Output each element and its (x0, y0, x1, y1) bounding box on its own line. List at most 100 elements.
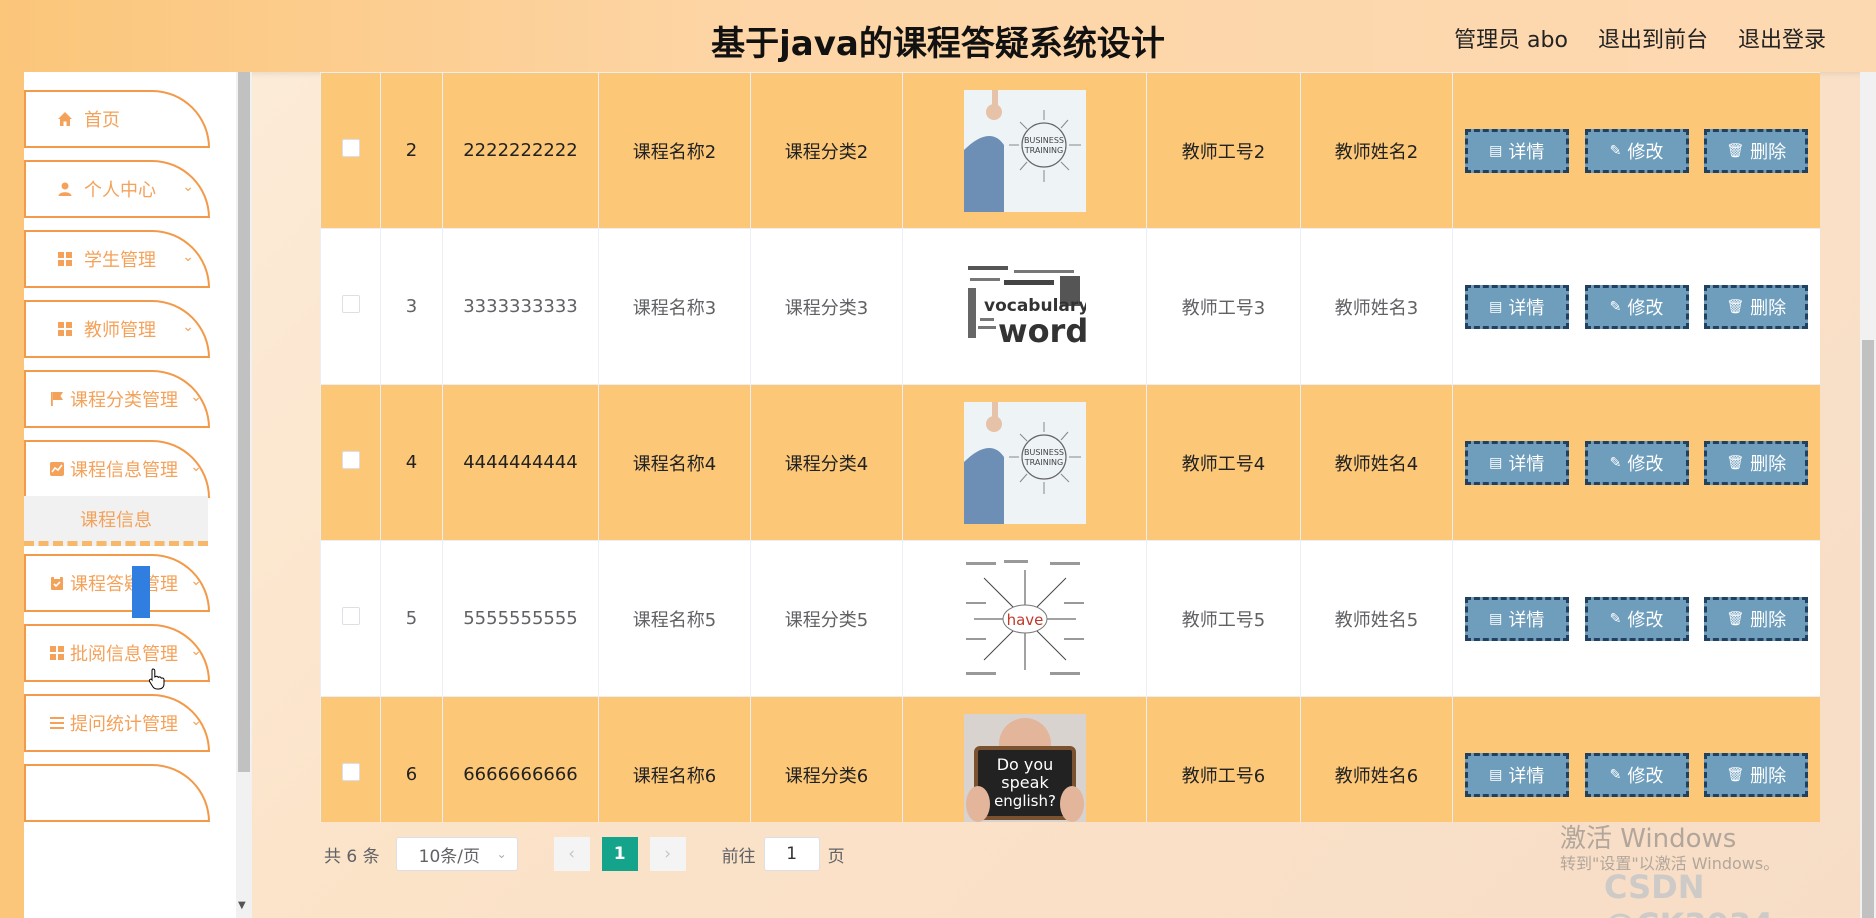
course-code: 5555555555 (442, 540, 599, 697)
sidebar-item-more[interactable] (24, 764, 210, 822)
flag-icon (48, 390, 66, 408)
delete-button[interactable]: 🗑 删除 (1704, 752, 1809, 797)
sidebar-item-review[interactable]: 批阅信息管理 ⌄ (24, 624, 210, 682)
grid-icon (48, 644, 66, 662)
trash-icon: 🗑 (1726, 454, 1745, 471)
trash-icon: 🗑 (1726, 766, 1745, 783)
sidebar-item-home[interactable]: 首页 (24, 90, 210, 148)
detail-button[interactable]: ▤ 详情 (1464, 596, 1569, 641)
trash-icon: 🗑 (1726, 610, 1745, 627)
row-actions: ▤ 详情 ✎ 修改 🗑 删除 (1452, 384, 1820, 541)
sidebar-item-students[interactable]: 学生管理 ⌄ (24, 230, 210, 288)
course-code: 6666666666 (442, 696, 599, 822)
delete-button[interactable]: 🗑 删除 (1704, 128, 1809, 173)
sidebar-item-course-category[interactable]: 课程分类管理 ⌄ (24, 370, 210, 428)
chevron-down-icon: ⌄ (190, 713, 202, 729)
sidebar-item-personal[interactable]: 个人中心 ⌄ (24, 160, 210, 218)
svg-text:TRAINING: TRAINING (1023, 146, 1062, 155)
to-front-link[interactable]: 退出到前台 (1598, 22, 1708, 54)
goto-label: 前往 (721, 846, 756, 867)
edit-button[interactable]: ✎ 修改 (1584, 752, 1689, 797)
row-checkbox-cell (320, 228, 381, 385)
course-image-cell: BUSINESS TRAINING (902, 72, 1147, 229)
course-category: 课程分类2 (750, 72, 903, 229)
hand-cursor-icon (148, 668, 165, 690)
course-category: 课程分类4 (750, 384, 903, 541)
edit-button[interactable]: ✎ 修改 (1584, 284, 1689, 329)
detail-button[interactable]: ▤ 详情 (1464, 284, 1569, 329)
teacher-name: 教师姓名4 (1300, 384, 1453, 541)
row-checkbox[interactable] (341, 607, 360, 625)
row-checkbox-cell (320, 696, 381, 822)
document-icon: ▤ (1489, 142, 1503, 159)
page-size-select[interactable]: 10条/页 ⌄ (395, 837, 518, 871)
chevron-down-icon: ⌄ (190, 389, 202, 405)
sidebar-item-label: 首页 (84, 110, 120, 131)
pencil-icon: ✎ (1609, 454, 1622, 471)
course-name: 课程名称4 (598, 384, 751, 541)
delete-button[interactable]: 🗑 删除 (1704, 440, 1809, 485)
course-category: 课程分类5 (750, 540, 903, 697)
main-scroll-thumb[interactable] (1862, 340, 1874, 918)
sidebar-scroll-thumb[interactable] (238, 72, 250, 772)
pencil-icon: ✎ (1609, 610, 1622, 627)
chevron-down-icon: ⌄ (496, 847, 507, 861)
detail-button[interactable]: ▤ 详情 (1464, 752, 1569, 797)
total-count: 共 6 条 (324, 846, 380, 867)
edit-button[interactable]: ✎ 修改 (1584, 440, 1689, 485)
row-actions: ▤ 详情 ✎ 修改 🗑 删除 (1452, 696, 1820, 822)
course-name: 课程名称2 (598, 72, 751, 229)
scroll-down-icon[interactable]: ▼ (238, 900, 246, 911)
chevron-down-icon: ⌄ (190, 643, 202, 659)
course-image: have (963, 557, 1086, 680)
header-links: 管理员 abo 退出到前台 退出登录 (1454, 22, 1826, 54)
next-page-button[interactable]: › (649, 837, 686, 871)
sidebar-item-stats[interactable]: 提问统计管理 ⌄ (24, 694, 210, 752)
row-checkbox[interactable] (341, 763, 360, 781)
trash-icon: 🗑 (1726, 142, 1745, 159)
svg-text:english?: english? (994, 792, 1056, 810)
row-actions: ▤ 详情 ✎ 修改 🗑 删除 (1452, 72, 1820, 229)
sidebar-item-label: 教师管理 (84, 320, 156, 341)
edit-button[interactable]: ✎ 修改 (1584, 596, 1689, 641)
document-icon: ▤ (1489, 298, 1503, 315)
detail-button[interactable]: ▤ 详情 (1464, 128, 1569, 173)
user-label[interactable]: 管理员 abo (1454, 22, 1568, 54)
home-icon (56, 110, 74, 128)
pencil-icon: ✎ (1609, 766, 1622, 783)
teacher-number: 教师工号4 (1146, 384, 1301, 541)
goto-page-input[interactable]: 1 (763, 837, 820, 871)
row-checkbox[interactable] (341, 295, 360, 313)
row-checkbox-cell (320, 72, 381, 229)
page-number[interactable]: 1 (601, 837, 638, 871)
course-name: 课程名称5 (598, 540, 751, 697)
svg-text:Do you: Do you (996, 755, 1053, 774)
grid-icon (56, 320, 74, 338)
svg-text:BUSINESS: BUSINESS (1024, 136, 1064, 145)
teacher-number: 教师工号3 (1146, 228, 1301, 385)
sidebar-item-label: 课程答疑管理 (70, 574, 178, 595)
sidebar-item-course-qa[interactable]: 课程答疑管理 ⌄ (24, 554, 210, 612)
course-code: 4444444444 (442, 384, 599, 541)
sidebar-item-label: 课程信息管理 (70, 460, 178, 481)
prev-page-button[interactable]: ‹ (553, 837, 590, 871)
row-actions: ▤ 详情 ✎ 修改 🗑 删除 (1452, 540, 1820, 697)
logout-link[interactable]: 退出登录 (1738, 22, 1826, 54)
delete-button[interactable]: 🗑 删除 (1704, 284, 1809, 329)
sidebar-item-teachers[interactable]: 教师管理 ⌄ (24, 300, 210, 358)
course-category: 课程分类3 (750, 228, 903, 385)
chevron-down-icon: ⌄ (190, 459, 202, 475)
row-checkbox[interactable] (341, 451, 360, 469)
sidebar-item-course-info[interactable]: 课程信息管理 ⌄ (24, 440, 210, 498)
teacher-name: 教师姓名2 (1300, 72, 1453, 229)
course-image: Do you speak english? (963, 713, 1086, 822)
delete-button[interactable]: 🗑 删除 (1704, 596, 1809, 641)
row-index: 5 (380, 540, 443, 697)
detail-button[interactable]: ▤ 详情 (1464, 440, 1569, 485)
row-index: 2 (380, 72, 443, 229)
pencil-icon: ✎ (1609, 298, 1622, 315)
edit-button[interactable]: ✎ 修改 (1584, 128, 1689, 173)
row-checkbox[interactable] (341, 139, 360, 157)
submenu-item-course-info[interactable]: 课程信息 (24, 496, 208, 546)
top-header: 基于java的课程答疑系统设计 管理员 abo 退出到前台 退出登录 (0, 0, 1876, 72)
